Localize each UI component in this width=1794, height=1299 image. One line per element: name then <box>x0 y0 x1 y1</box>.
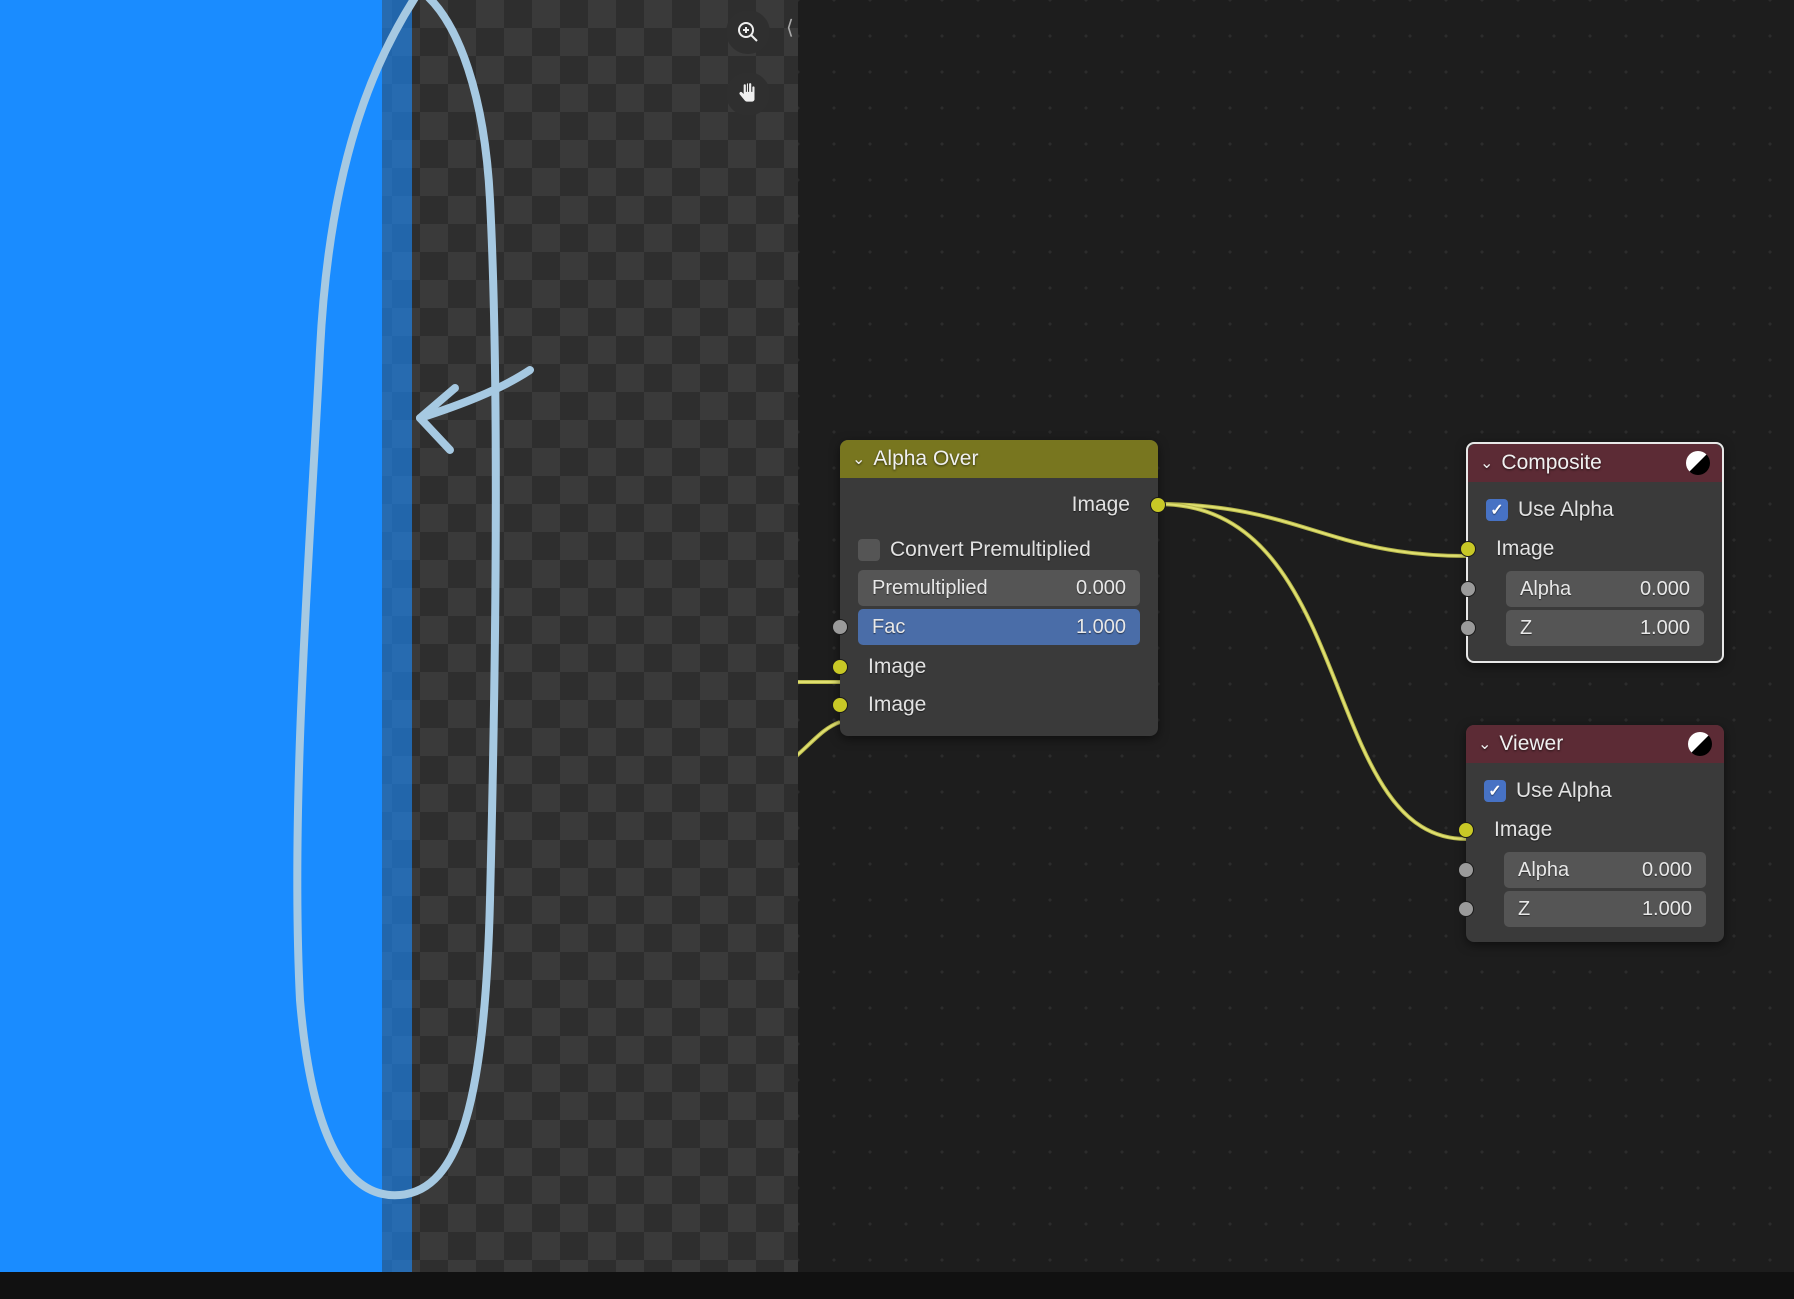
node-title: Composite <box>1501 451 1601 475</box>
blue-edge-strip <box>382 0 412 1272</box>
socket-image-in[interactable] <box>1458 822 1474 838</box>
socket-image-in[interactable] <box>1460 541 1476 557</box>
input-image: Image <box>1466 811 1724 849</box>
socket-z-in[interactable] <box>1458 901 1474 917</box>
node-header[interactable]: ⌄ Alpha Over <box>840 440 1158 478</box>
node-title: Alpha Over <box>873 447 978 471</box>
image-viewport[interactable] <box>0 0 798 1272</box>
socket-fac-in[interactable] <box>832 619 848 635</box>
socket-alpha-in[interactable] <box>1458 862 1474 878</box>
chevron-down-icon[interactable]: ⌄ <box>1480 453 1493 473</box>
z-field[interactable]: Z 1.000 <box>1504 891 1706 927</box>
input-image: Image <box>1468 530 1722 568</box>
input-image-2: Image <box>840 686 1158 724</box>
use-alpha-checkbox[interactable]: Use Alpha <box>1486 493 1704 527</box>
node-alpha-over[interactable]: ⌄ Alpha Over Image Convert Premultiplied… <box>840 440 1158 736</box>
checkbox-icon <box>1484 780 1506 802</box>
socket-image1-in[interactable] <box>832 659 848 675</box>
preview-icon[interactable] <box>1688 732 1712 756</box>
fac-field[interactable]: Fac 1.000 <box>858 609 1140 645</box>
node-header[interactable]: ⌄ Composite <box>1468 444 1722 482</box>
node-title: Viewer <box>1499 732 1563 756</box>
blue-fill <box>0 0 382 1272</box>
socket-z-in[interactable] <box>1460 620 1476 636</box>
socket-alpha-in[interactable] <box>1460 581 1476 597</box>
checkbox-icon <box>858 539 880 561</box>
zoom-icon[interactable] <box>726 10 770 54</box>
node-header[interactable]: ⌄ Viewer <box>1466 725 1724 763</box>
alpha-field[interactable]: Alpha 0.000 <box>1504 852 1706 888</box>
node-composite[interactable]: ⌄ Composite Use Alpha Image Alpha 0.000 … <box>1466 442 1724 663</box>
use-alpha-checkbox[interactable]: Use Alpha <box>1484 774 1706 808</box>
node-editor[interactable]: ⌄ Alpha Over Image Convert Premultiplied… <box>798 0 1794 1272</box>
chevron-down-icon[interactable]: ⌄ <box>852 449 865 469</box>
pan-hand-icon[interactable] <box>726 72 770 116</box>
convert-premultiplied-checkbox[interactable]: Convert Premultiplied <box>858 533 1140 567</box>
input-image-1: Image <box>840 648 1158 686</box>
premultiplied-field[interactable]: Premultiplied 0.000 <box>858 570 1140 606</box>
output-image: Image <box>840 486 1158 524</box>
status-bar <box>0 1272 1794 1299</box>
chevron-down-icon[interactable]: ⌄ <box>1478 734 1491 754</box>
alpha-field[interactable]: Alpha 0.000 <box>1506 571 1704 607</box>
z-field[interactable]: Z 1.000 <box>1506 610 1704 646</box>
preview-icon[interactable] <box>1686 451 1710 475</box>
node-viewer[interactable]: ⌄ Viewer Use Alpha Image Alpha 0.000 Z 1… <box>1466 725 1724 942</box>
socket-image-out[interactable] <box>1150 497 1166 513</box>
checkbox-icon <box>1486 499 1508 521</box>
socket-image2-in[interactable] <box>832 697 848 713</box>
